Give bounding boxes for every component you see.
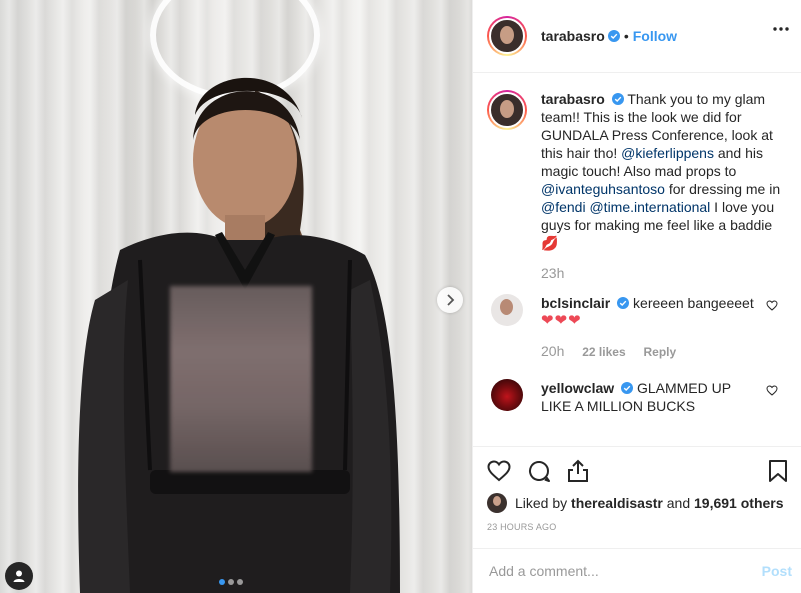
post-header: tarabasro • Follow <box>473 0 801 73</box>
caption-time[interactable]: 23h <box>541 265 564 281</box>
comment-icon[interactable] <box>527 459 551 483</box>
comment: bclsinclair kereeen bangeeeet ❤❤❤ 20h 22… <box>487 294 786 361</box>
like-comment-icon[interactable] <box>766 385 778 396</box>
caption-meta: 23h <box>541 264 786 282</box>
bookmark-icon[interactable] <box>768 459 788 483</box>
instagram-post: tarabasro • Follow tarabasro Thank you t… <box>0 0 801 593</box>
comment-likes[interactable]: 22 likes <box>582 345 625 359</box>
comments-list[interactable]: tarabasro Thank you to my glam team!! Th… <box>473 74 801 446</box>
comment-text: kereeen bangeeeet <box>633 295 754 311</box>
follow-button[interactable]: Follow <box>633 28 677 44</box>
comment-body: yellowclaw GLAMMED UP LIKE A MILLION BUC… <box>541 379 786 415</box>
user-icon <box>13 570 25 582</box>
reply-button[interactable]: Reply <box>644 345 677 359</box>
post-timestamp[interactable]: 23 HOURS AGO <box>487 522 788 532</box>
caption-text: Thank you to my glam team!! This is the … <box>541 91 780 251</box>
header-separator: • <box>623 28 629 44</box>
verified-badge-icon <box>617 297 630 309</box>
verified-badge-icon <box>607 30 620 42</box>
comment-hearts: ❤❤❤ <box>541 312 582 329</box>
author-avatar[interactable] <box>487 16 527 56</box>
like-comment-icon[interactable] <box>766 300 778 311</box>
comment-meta: 20h 22 likes Reply <box>541 342 760 361</box>
share-icon[interactable] <box>567 459 589 483</box>
verified-badge-icon <box>611 93 624 105</box>
carousel-dot-2 <box>228 579 234 585</box>
mention-link[interactable]: @fendi <box>541 199 586 215</box>
blurred-region <box>170 286 312 472</box>
commenter-avatar[interactable] <box>491 294 523 326</box>
more-options-icon[interactable] <box>773 27 789 31</box>
comment: yellowclaw GLAMMED UP LIKE A MILLION BUC… <box>487 379 786 415</box>
carousel-dot-1 <box>219 579 225 585</box>
next-slide-button[interactable] <box>437 287 463 313</box>
tagged-users-button[interactable] <box>5 562 33 590</box>
post-sidebar: tarabasro • Follow tarabasro Thank you t… <box>472 0 801 593</box>
likes-summary: Liked by therealdisastr and 19,691 other… <box>487 493 788 513</box>
lips-emoji: 💋 <box>541 235 559 251</box>
liker-avatar[interactable] <box>487 493 507 513</box>
caption-avatar[interactable] <box>487 90 527 130</box>
carousel-dot-3 <box>237 579 243 585</box>
post-actions: Liked by therealdisastr and 19,691 other… <box>473 446 801 548</box>
post-comment-button[interactable]: Post <box>762 563 792 579</box>
comment-input[interactable] <box>489 563 762 579</box>
like-heart-icon[interactable] <box>487 460 511 482</box>
mention-link[interactable]: @ivanteguhsantoso <box>541 181 665 197</box>
liked-by-user[interactable]: therealdisastr <box>571 495 663 511</box>
comment-username[interactable]: bclsinclair <box>541 295 610 311</box>
liked-by-prefix: Liked by <box>515 495 568 511</box>
comment-username[interactable]: yellowclaw <box>541 380 614 396</box>
post-photo[interactable] <box>0 0 472 593</box>
caption: tarabasro Thank you to my glam team!! Th… <box>487 90 786 282</box>
mention-link[interactable]: @kieferlippens <box>621 145 714 161</box>
mention-link[interactable]: @time.international <box>589 199 710 215</box>
verified-badge-icon <box>621 382 634 394</box>
caption-text-segment: for dressing me in <box>664 181 781 197</box>
comment-time[interactable]: 20h <box>541 343 564 359</box>
liked-by-and: and <box>666 495 691 511</box>
caption-body: tarabasro Thank you to my glam team!! Th… <box>541 90 786 282</box>
add-comment-bar: Post <box>473 548 801 593</box>
liked-by-others[interactable]: 19,691 others <box>694 495 784 511</box>
carousel-indicators <box>219 579 243 585</box>
author-username[interactable]: tarabasro <box>541 28 605 44</box>
comment-body: bclsinclair kereeen bangeeeet ❤❤❤ 20h 22… <box>541 294 786 361</box>
action-bar <box>487 459 788 483</box>
commenter-avatar[interactable] <box>491 379 523 411</box>
chevron-right-icon <box>447 294 455 306</box>
caption-username[interactable]: tarabasro <box>541 91 605 107</box>
